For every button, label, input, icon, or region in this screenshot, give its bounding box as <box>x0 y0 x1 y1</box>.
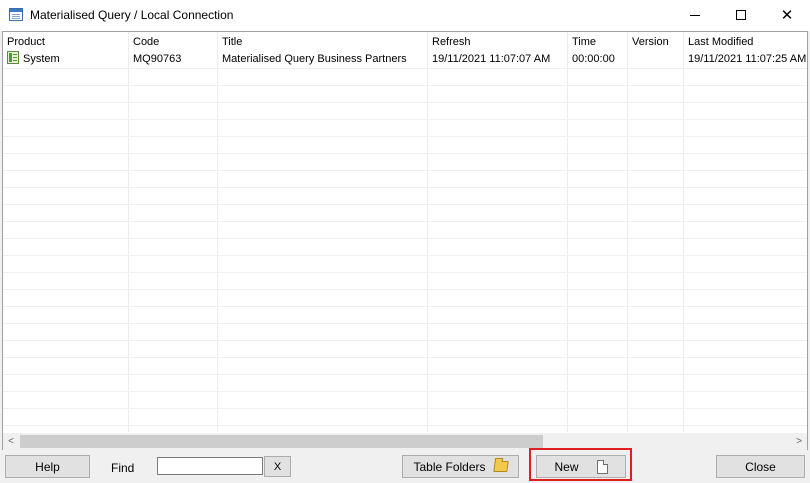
close-button[interactable]: Close <box>716 455 805 478</box>
cell-product: System <box>3 51 128 68</box>
find-input[interactable] <box>157 457 263 475</box>
row-gridline <box>3 204 807 205</box>
row-gridline <box>3 272 807 273</box>
table-header: Product Code Title Refresh Time Version … <box>3 32 807 51</box>
column-header-title[interactable]: Title <box>218 32 427 51</box>
row-gridline <box>3 187 807 188</box>
row-gridline <box>3 238 807 239</box>
find-label: Find <box>111 461 135 475</box>
table-icon <box>7 51 19 64</box>
row-gridline <box>3 306 807 307</box>
horizontal-scrollbar[interactable]: < > <box>3 433 807 450</box>
window-close-button[interactable]: ✕ <box>764 0 810 30</box>
title-bar: Materialised Query / Local Connection ✕ <box>0 0 810 31</box>
column-divider <box>217 32 218 432</box>
scrollbar-thumb[interactable] <box>20 435 543 448</box>
column-header-time[interactable]: Time <box>568 32 627 51</box>
document-icon <box>596 459 608 474</box>
help-button[interactable]: Help <box>5 455 90 478</box>
row-gridline <box>3 136 807 137</box>
row-gridline <box>3 153 807 154</box>
row-gridline <box>3 85 807 86</box>
minimize-button[interactable] <box>672 0 718 30</box>
row-gridline <box>3 408 807 409</box>
column-divider <box>128 32 129 432</box>
table-folders-button[interactable]: Table Folders <box>402 455 519 478</box>
row-gridline <box>3 425 807 426</box>
folder-icon <box>492 461 509 472</box>
row-gridline <box>3 391 807 392</box>
row-gridline <box>3 289 807 290</box>
close-icon: ✕ <box>780 5 794 24</box>
cell-code: MQ90763 <box>133 53 182 65</box>
row-gridline <box>3 340 807 341</box>
maximize-icon <box>736 10 746 20</box>
row-gridline <box>3 170 807 171</box>
query-table[interactable]: Product Code Title Refresh Time Version … <box>2 31 808 450</box>
column-header-version[interactable]: Version <box>628 32 683 51</box>
column-header-last-modified[interactable]: Last Modified <box>684 32 807 51</box>
column-divider <box>627 32 628 432</box>
row-gridline <box>3 255 807 256</box>
chevron-left-icon: < <box>8 436 14 447</box>
row-gridline <box>3 374 807 375</box>
cell-time: 00:00:00 <box>572 53 615 65</box>
column-divider <box>427 32 428 432</box>
cell-version <box>628 51 683 68</box>
materialised-query-window: Materialised Query / Local Connection ✕ … <box>0 0 810 483</box>
table-row[interactable]: System MQ90763 Materialised Query Busine… <box>3 51 807 68</box>
row-gridline <box>3 102 807 103</box>
table-folders-label: Table Folders <box>413 459 486 474</box>
cell-refresh: 19/11/2021 11:07:07 AM <box>432 53 551 65</box>
row-gridline <box>3 119 807 120</box>
column-divider <box>567 32 568 432</box>
cell-last-modified: 19/11/2021 11:07:25 AM <box>688 53 807 65</box>
window-icon <box>9 8 23 21</box>
cell-product-text: System <box>23 53 60 65</box>
new-button-label: New <box>554 459 579 474</box>
new-button[interactable]: New <box>536 455 626 478</box>
scroll-right-button[interactable]: > <box>791 433 807 450</box>
chevron-right-icon: > <box>796 436 802 447</box>
maximize-button[interactable] <box>718 0 764 30</box>
row-gridline <box>3 323 807 324</box>
cell-title: Materialised Query Business Partners <box>222 53 407 65</box>
column-header-product[interactable]: Product <box>3 32 128 51</box>
row-gridline <box>3 357 807 358</box>
scroll-left-button[interactable]: < <box>3 433 19 450</box>
clear-find-button[interactable]: X <box>264 456 291 477</box>
row-gridline <box>3 68 807 69</box>
column-divider <box>683 32 684 432</box>
column-header-refresh[interactable]: Refresh <box>428 32 568 51</box>
window-title: Materialised Query / Local Connection <box>30 8 234 22</box>
column-header-code[interactable]: Code <box>129 32 218 51</box>
minimize-icon <box>690 14 700 16</box>
row-gridline <box>3 221 807 222</box>
